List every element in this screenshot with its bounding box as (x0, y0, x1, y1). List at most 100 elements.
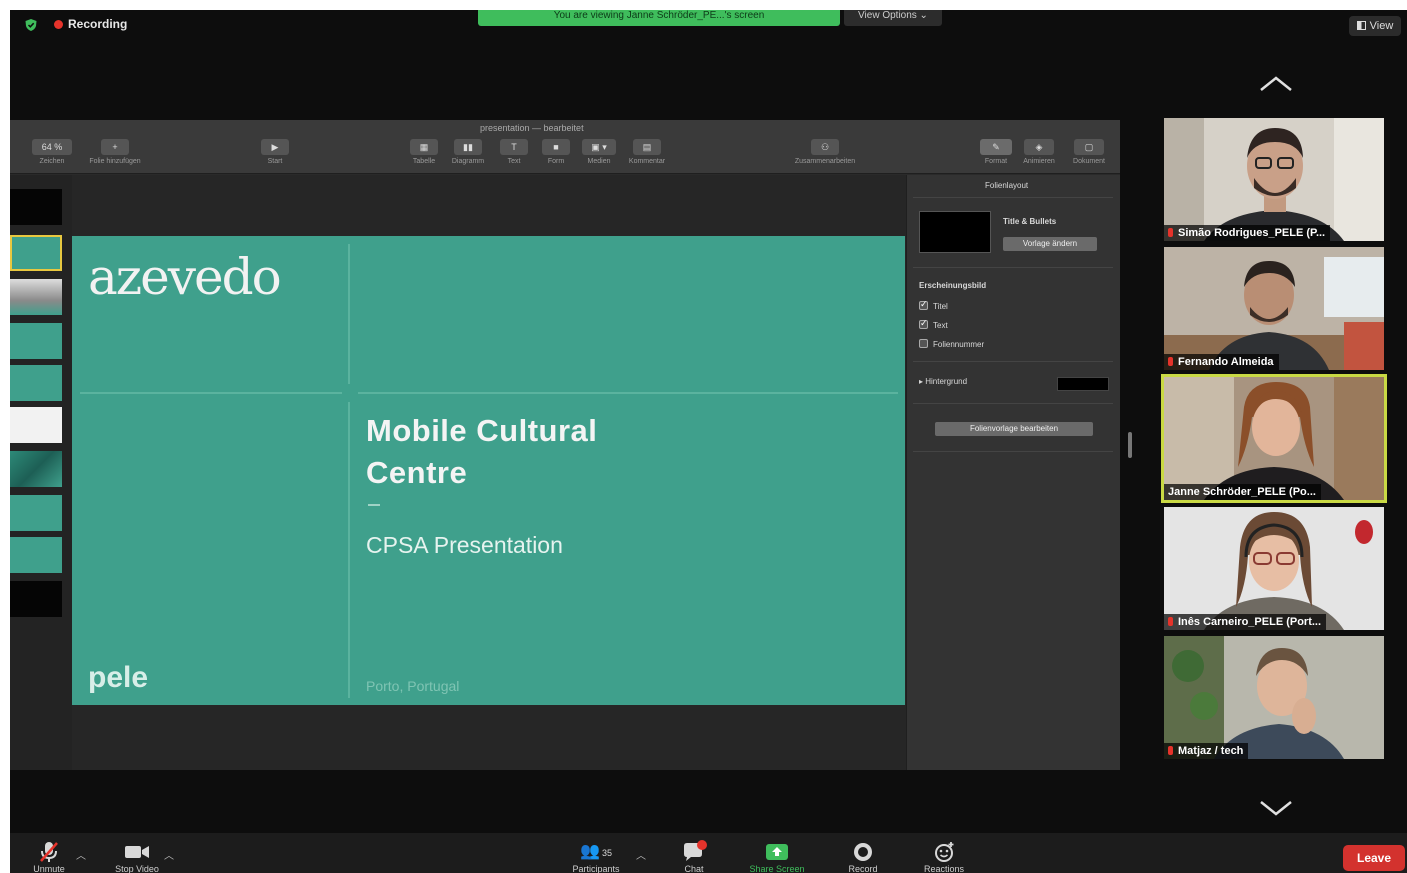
toolbar-shape[interactable]: ■ Form (540, 139, 572, 165)
participant-name: Fernando Almeida (1178, 356, 1274, 368)
azevedo-logo: azevedo (88, 248, 282, 306)
title-checkbox[interactable] (919, 299, 928, 310)
slide-thumbnail[interactable] (10, 323, 62, 359)
slide-grid-line (80, 392, 342, 394)
slide-thumbnail[interactable] (10, 581, 62, 617)
share-screen-icon (766, 844, 788, 860)
toolbar-text[interactable]: T Text (498, 139, 530, 165)
video-options-caret-icon[interactable]: ︿ (164, 847, 174, 862)
toolbar-label: Folie hinzufügen (89, 158, 141, 165)
participant-name: Matjaz / tech (1178, 745, 1244, 757)
toolbar-label: Dokument (1073, 158, 1105, 165)
toolbar-table[interactable]: ▦ Tabelle (408, 139, 440, 165)
edit-master-slide-button[interactable]: Folienvorlage bearbeiten (935, 422, 1093, 436)
share-screen-button[interactable]: Share Screen (738, 840, 816, 873)
slide-thumbnail[interactable] (10, 451, 62, 487)
participant-name: Janne Schröder_PELE (Po... (1168, 486, 1316, 498)
slide-grid-line (358, 392, 898, 394)
text-icon: T (500, 139, 528, 155)
toolbar-label: Text (507, 158, 521, 165)
toolbar-animate[interactable]: ◈ Animieren (1016, 139, 1062, 165)
current-slide[interactable]: azevedo Mobile Cultural Centre CPSA Pres… (72, 236, 905, 705)
toolbar-document[interactable]: ▢ Dokument (1066, 139, 1112, 165)
participant-video-tile-active-speaker[interactable]: Janne Schröder_PELE (Po... (1161, 374, 1387, 503)
toolbar-label: Zusammenarbeiten (794, 158, 856, 165)
check-text-label: Text (933, 321, 948, 330)
unmute-button[interactable]: Unmute (28, 840, 70, 873)
leave-meeting-button[interactable]: Leave (1343, 845, 1405, 871)
participants-options-caret-icon[interactable]: ︿ (636, 847, 646, 862)
audio-options-caret-icon[interactable]: ︿ (76, 847, 86, 862)
view-options-button[interactable]: View Options ⌄ (844, 10, 942, 26)
check-slide-number-row[interactable]: Foliennummer (919, 339, 984, 349)
toolbar-add-slide[interactable]: + Folie hinzufügen (78, 139, 152, 165)
toolbar-media[interactable]: ▣ ▾ Medien (580, 139, 618, 165)
slide-thumbnail-selected[interactable] (10, 235, 62, 271)
text-checkbox[interactable] (919, 318, 928, 329)
participant-video-tile[interactable]: Inês Carneiro_PELE (Port... (1164, 507, 1384, 630)
slide-number-checkbox[interactable] (919, 339, 928, 348)
toolbar-label: Medien (587, 158, 611, 165)
check-text-row[interactable]: Text (919, 318, 948, 330)
encryption-shield-icon[interactable] (24, 18, 38, 32)
toolbar-label: Diagramm (451, 158, 485, 165)
toolbar-label: Start (267, 158, 283, 165)
slide-navigator (10, 175, 72, 770)
recording-label: Recording (68, 17, 128, 31)
toolbar-collaborate[interactable]: ⚇ Zusammenarbeiten (782, 139, 868, 165)
slide-thumbnail[interactable] (10, 407, 62, 443)
pele-brand-logo: pele (88, 661, 149, 694)
chat-button[interactable]: Chat (674, 840, 714, 873)
background-row[interactable]: ▸ Hintergrund (919, 377, 967, 386)
layout-preview-thumbnail[interactable] (919, 211, 991, 253)
toolbar-label: Kommentar (628, 158, 666, 165)
check-title-row[interactable]: Titel (919, 299, 948, 311)
slide-grid-line (348, 402, 350, 698)
slide-thumbnail[interactable] (10, 495, 62, 531)
toolbar-play[interactable]: ▶ Start (258, 139, 292, 165)
slide-thumbnail[interactable] (10, 537, 62, 573)
view-button[interactable]: View (1349, 16, 1401, 36)
unmute-label: Unmute (33, 864, 65, 873)
toolbar-chart[interactable]: ▮▮ Diagramm (444, 139, 492, 165)
reactions-smiley-icon (935, 842, 954, 862)
viewing-screen-banner: You are viewing Janne Schröder_PE...'s s… (478, 10, 840, 26)
media-icon: ▣ ▾ (582, 139, 616, 155)
slide-thumbnail[interactable] (10, 365, 62, 401)
collaborate-icon: ⚇ (811, 139, 839, 155)
background-color-well[interactable] (1057, 377, 1109, 391)
play-icon: ▶ (261, 139, 289, 155)
toolbar-format[interactable]: ✎ Format (978, 139, 1014, 165)
slide-subtitle: CPSA Presentation (366, 532, 563, 558)
gallery-resize-handle[interactable] (1128, 432, 1132, 458)
toolbar-comment[interactable]: ▤ Kommentar (622, 139, 672, 165)
toolbar-zoom[interactable]: 64 % Zeichen (32, 139, 72, 165)
stop-video-button[interactable]: Stop Video (106, 840, 168, 873)
check-title-label: Titel (933, 302, 948, 311)
gallery-scroll-up-icon[interactable] (1258, 74, 1294, 94)
format-brush-icon: ✎ (980, 139, 1012, 155)
participant-name-tag: Matjaz / tech (1164, 743, 1249, 759)
slide-thumbnail[interactable] (10, 189, 62, 225)
participant-video-tile[interactable]: Matjaz / tech (1164, 636, 1384, 759)
add-slide-icon: + (101, 139, 129, 155)
participant-count: 35 (601, 848, 612, 858)
inspector-header: Folienlayout (985, 181, 1029, 190)
zoom-value: 64 % (32, 139, 72, 155)
participant-name-tag: Inês Carneiro_PELE (Port... (1164, 614, 1327, 630)
record-button[interactable]: Record (840, 840, 886, 873)
record-label: Record (848, 864, 878, 873)
slide-location: Porto, Portugal (366, 678, 460, 694)
participant-video-feed (1164, 247, 1384, 370)
change-template-button[interactable]: Vorlage ändern (1003, 237, 1097, 251)
muted-mic-icon (1168, 228, 1173, 237)
participants-button[interactable]: 👥 35 Participants (560, 840, 632, 873)
participant-video-tile[interactable]: Fernando Almeida (1164, 247, 1384, 370)
participant-video-feed (1164, 118, 1384, 241)
background-label: Hintergrund (925, 377, 968, 386)
gallery-scroll-down-icon[interactable] (1258, 798, 1294, 818)
slide-thumbnail[interactable] (10, 279, 62, 315)
participant-video-tile[interactable]: Simão Rodrigues_PELE (P... (1164, 118, 1384, 241)
reactions-button[interactable]: Reactions (914, 840, 974, 873)
slide-title-line2: Centre (366, 455, 468, 490)
